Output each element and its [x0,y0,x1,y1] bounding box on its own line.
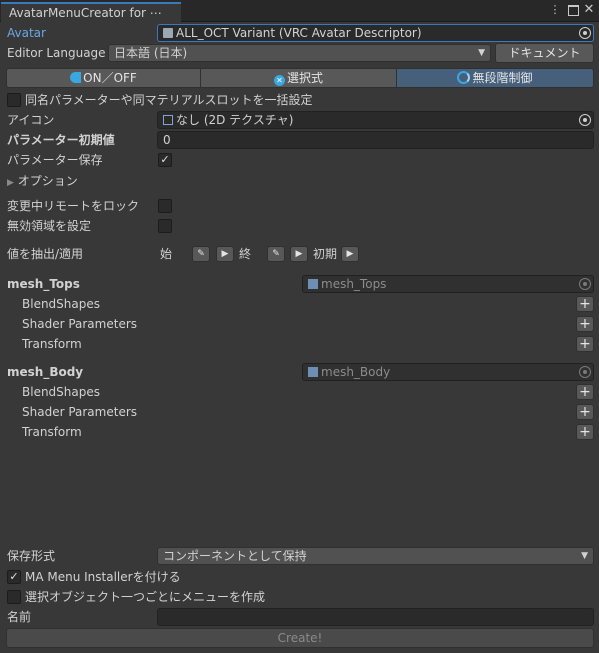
invalid-region-label: 無効領域を設定 [7,219,92,233]
create-button[interactable]: Create! [6,628,594,648]
avatar-object-field[interactable]: ALL_OCT Variant (VRC Avatar Descriptor) [157,24,594,42]
close-icon[interactable]: ✕ [582,3,596,17]
add-transform-button[interactable]: + [576,424,594,440]
tab-radial[interactable]: 無段階制御 [396,68,594,88]
icon-label: アイコン [7,113,55,127]
icon-object-field[interactable]: なし (2D テクスチャ) [157,111,594,129]
mesh-picker-icon [579,278,591,290]
mesh-object-field: mesh_Tops [302,275,594,293]
end-label: 終 [239,247,252,261]
maximize-icon[interactable] [566,3,580,17]
apply-initial-button[interactable]: ▶ [341,246,359,262]
bulk-setting-checkbox[interactable] [7,93,21,107]
icon-value: なし (2D テクスチャ) [176,113,294,127]
save-format-dropdown[interactable]: コンポーネントとして保持 ▼ [157,547,594,565]
apply-end-button[interactable]: ▶ [290,246,308,262]
object-picker-icon[interactable] [579,27,591,39]
editor-language-value: 日本語 (日本) [114,46,188,60]
window-tab[interactable]: AvatarMenuCreator for ⋯ [1,2,181,23]
per-object-menu-label: 選択オブジェクト一つごとにメニューを作成 [25,590,266,604]
param-save-label: パラメーター保存 [7,153,103,167]
play-icon: ▶ [295,249,303,259]
editor-language-dropdown[interactable]: 日本語 (日本) ▼ [108,44,491,62]
add-shader-param-button[interactable]: + [576,404,594,420]
invalid-region-checkbox[interactable] [158,219,172,233]
add-blendshape-button[interactable]: + [576,384,594,400]
tab-select-label: 選択式 [286,71,323,85]
chevron-down-icon: ▼ [478,48,485,58]
mesh-section-label: BlendShapes [22,297,100,311]
save-format-label: 保存形式 [7,549,56,563]
extract-apply-label: 値を抽出/適用 [7,247,84,261]
tab-on-off-label: ON／OFF [83,71,137,85]
mesh-name: mesh_Body [7,365,84,379]
add-shader-param-button[interactable]: + [576,316,594,332]
mesh-icon [308,367,318,377]
mesh-section-label: BlendShapes [22,385,100,399]
initial-label: 初期 [313,247,338,261]
avatar-descriptor-icon [163,28,173,38]
select-icon: ✕ [273,75,285,86]
play-icon: ▶ [346,249,354,259]
options-label: オプション [17,174,78,188]
mesh-object-field: mesh_Body [302,363,594,381]
param-default-input[interactable]: 0 [157,131,594,149]
save-format-value: コンポーネントとして保持 [163,549,307,563]
name-label: 名前 [7,610,32,624]
chevron-right-icon: ▶ [7,178,14,188]
play-icon: ▶ [221,249,229,259]
tab-select[interactable]: ✕ 選択式 [200,68,397,88]
avatar-label: Avatar [7,26,46,40]
pipette-start-button[interactable]: ✎ [192,246,210,262]
mesh-object-value: mesh_Body [321,365,391,379]
icon-picker-icon[interactable] [579,114,591,126]
texture-icon [163,115,173,125]
kebab-menu-icon[interactable]: ⋮ [548,3,562,17]
apply-start-button[interactable]: ▶ [216,246,234,262]
tab-on-off[interactable]: ON／OFF [6,68,201,88]
bulk-setting-label: 同名パラメーターや同マテリアルスロットを一括設定 [25,93,313,107]
add-transform-button[interactable]: + [576,336,594,352]
options-foldout[interactable]: ▶ オプション [7,172,78,190]
lock-remote-label: 変更中リモートをロック [7,199,140,213]
documentation-button-label: ドキュメント [508,46,581,60]
mesh-section-label: Shader Parameters [22,405,138,419]
mesh-section-label: Transform [22,337,82,351]
mesh-object-value: mesh_Tops [321,277,387,291]
lock-remote-checkbox[interactable] [158,199,172,213]
param-default-label: パラメーター初期値 [7,133,115,147]
mesh-section-label: Shader Parameters [22,317,138,331]
per-object-menu-checkbox[interactable] [7,590,21,604]
name-input[interactable] [157,608,594,626]
ma-installer-label: MA Menu Installerを付ける [25,570,181,584]
pipette-end-button[interactable]: ✎ [267,246,285,262]
toggle-icon [70,72,82,83]
param-default-value: 0 [163,133,171,147]
mesh-name: mesh_Tops [7,277,80,291]
pipette-icon: ✎ [272,249,280,259]
mesh-picker-icon [579,366,591,378]
start-label: 始 [160,247,173,261]
create-button-label: Create! [277,631,323,645]
add-blendshape-button[interactable]: + [576,296,594,312]
ma-installer-checkbox[interactable]: ✓ [7,570,21,584]
radial-icon [457,71,471,84]
window-tab-title: AvatarMenuCreator for ⋯ [9,6,162,20]
avatar-value: ALL_OCT Variant (VRC Avatar Descriptor) [176,26,422,40]
mesh-section-label: Transform [22,425,82,439]
mesh-icon [308,279,318,289]
editor-language-label: Editor Language [7,46,106,60]
tab-radial-label: 無段階制御 [472,71,533,85]
param-save-checkbox[interactable]: ✓ [158,153,172,167]
documentation-button[interactable]: ドキュメント [495,43,594,63]
pipette-icon: ✎ [197,249,205,259]
chevron-down-icon: ▼ [581,551,588,561]
